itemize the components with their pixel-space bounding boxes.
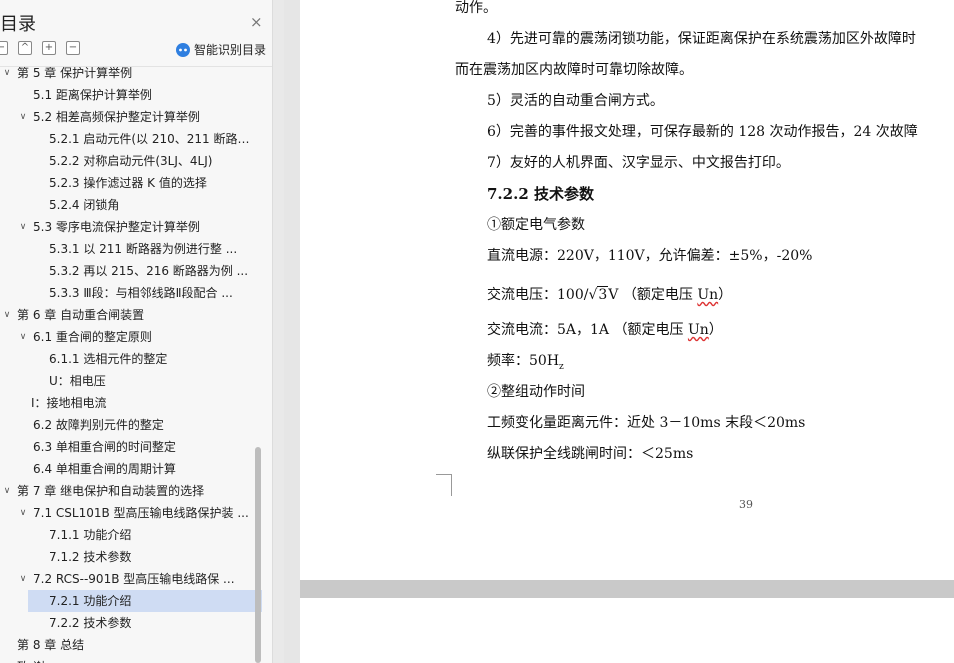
document-page: 动作。 4）先进可靠的震荡闭锁功能，保证距离保护在系统震荡加区外故障时而在震荡加区… xyxy=(300,0,954,580)
toc-item[interactable]: 6.3 单相重合闸的时间整定 xyxy=(33,436,252,458)
toc-item-label: 5.3.2 再以 215、216 断路器为例 ... xyxy=(49,264,249,278)
toc-item[interactable]: 7.2.2 技术参数 xyxy=(49,612,252,634)
toc-item-selected[interactable]: 7.2.1 功能介绍 xyxy=(28,590,262,612)
paragraph-line: ①额定电气参数 xyxy=(487,217,585,233)
toc-item[interactable]: 5.2.3 操作滤过器 K 值的选择 xyxy=(49,172,252,194)
chevron-down-icon[interactable]: ∨ xyxy=(18,106,28,128)
toc-scrollbar[interactable] xyxy=(255,447,261,663)
toc-item[interactable]: 5.1 距离保护计算举例 xyxy=(33,84,252,106)
document-area: 动作。 4）先进可靠的震荡闭锁功能，保证距离保护在系统震荡加区外故障时而在震荡加区… xyxy=(284,0,954,663)
toc-item[interactable]: 7.1.2 技术参数 xyxy=(49,546,252,568)
toc-item[interactable]: 6.4 单相重合闸的周期计算 xyxy=(33,458,252,480)
chevron-down-icon[interactable]: ∨ xyxy=(2,304,12,326)
toc-item[interactable]: 第 5 章 保护计算举例 xyxy=(17,67,252,84)
toc-item-label: 5.2.2 对称启动元件(3LJ、4LJ) xyxy=(49,154,213,168)
toc-item[interactable]: 致 谢 xyxy=(17,656,252,663)
toc-item[interactable]: 第 6 章 自动重合闸装置 xyxy=(17,304,252,326)
paragraph-line: 6）完善的事件报文处理，可保存最新的 128 次动作报告，24 次故障 xyxy=(487,124,918,140)
toc-item-label: 7.2 RCS--901B 型高压输电线路保 ... xyxy=(33,572,235,586)
toc-item-label: 5.2.3 操作滤过器 K 值的选择 xyxy=(49,176,207,190)
crop-mark xyxy=(451,474,460,496)
section-heading: 7.2.2 技术参数 xyxy=(487,185,594,203)
toc-item-label: 6.1 重合闸的整定原则 xyxy=(33,330,152,344)
toc-item[interactable]: 第 7 章 继电保护和自动装置的选择 xyxy=(17,480,252,502)
paragraph-line: 7）友好的人机界面、汉字显示、中文报告打印。 xyxy=(487,155,790,171)
paragraph-line: 直流电源：220V，110V，允许偏差：±5%，-20% xyxy=(487,248,813,264)
toc-item-label: 7.1 CSL101B 型高压输电线路保护装 ... xyxy=(33,506,249,520)
toc-title: 目录 xyxy=(0,14,36,35)
toc-item[interactable]: 5.3.1 以 211 断路器为例进行整 ... xyxy=(49,238,252,260)
chevron-down-icon[interactable]: ∨ xyxy=(18,326,28,348)
crop-mark-h xyxy=(436,474,452,475)
toc-item-label: 5.3.3 Ⅲ段：与相邻线路Ⅱ段配合 ... xyxy=(49,286,233,300)
chevron-down-icon[interactable]: ∨ xyxy=(18,502,28,524)
toc-list: 第 5 章 保护计算举例 ∨ 5.1 距离保护计算举例 5.2 相差高频保护整定计算举… xyxy=(0,67,262,663)
toc-item-label: 7.1.2 技术参数 xyxy=(49,550,132,564)
toc-item-label: 第 6 章 自动重合闸装置 xyxy=(17,308,145,322)
ac-current-line: 交流电流：5A，1A （额定电压 Un） xyxy=(487,322,723,338)
toc-item-label: 5.2.1 启动元件(以 210、211 断路 ... xyxy=(49,132,252,146)
toc-item[interactable]: 5.2.1 启动元件(以 210、211 断路 ... xyxy=(49,128,252,150)
chevron-down-icon[interactable]: ∨ xyxy=(2,67,12,84)
paragraph-line: 动作。 xyxy=(455,0,497,16)
frequency-line: 频率：50Hz xyxy=(487,353,564,372)
toc-item-label: 6.3 单相重合闸的时间整定 xyxy=(33,440,176,454)
paragraph-line: ②整组动作时间 xyxy=(487,384,585,400)
toc-item[interactable]: 5.2 相差高频保护整定计算举例 xyxy=(33,106,252,128)
toc-item-label: 5.1 距离保护计算举例 xyxy=(33,88,152,102)
smart-toc-label: 智能识别目录 xyxy=(194,43,267,57)
chevron-down-icon[interactable]: ∨ xyxy=(18,568,28,590)
toc-item-label: I：接地相电流 xyxy=(31,396,107,410)
toc-item-label: 7.2.2 技术参数 xyxy=(49,616,132,630)
remove-item-icon[interactable]: − xyxy=(66,41,80,55)
chevron-down-icon[interactable]: ∨ xyxy=(18,216,28,238)
close-icon[interactable]: × xyxy=(250,13,263,31)
toc-item[interactable]: 6.2 故障判别元件的整定 xyxy=(33,414,252,436)
toc-sidebar: 目录 × − ^ + − 智能识别目录 第 5 章 保护计算举例 ∨ 5.1 距离保… xyxy=(0,0,273,663)
toc-item-label: 6.4 单相重合闸的周期计算 xyxy=(33,462,176,476)
sqrt-symbol: √3 xyxy=(588,286,609,303)
ac-voltage-line: 交流电压：100/√3V （额定电压 Un） xyxy=(487,286,733,303)
toc-item[interactable]: 第 8 章 总结 xyxy=(17,634,252,656)
toc-item-label: 6.2 故障判别元件的整定 xyxy=(33,418,164,432)
toc-item-label: 6.1.1 选相元件的整定 xyxy=(49,352,168,366)
toc-item-label: U：相电压 xyxy=(49,374,106,388)
toc-item-label: 第 8 章 总结 xyxy=(17,638,85,652)
add-item-icon[interactable]: + xyxy=(42,41,56,55)
chevron-down-icon[interactable]: ∨ xyxy=(2,480,12,502)
toc-item[interactable]: I：接地相电流 xyxy=(31,392,252,414)
paragraph-line: 4）先进可靠的震荡闭锁功能，保证距离保护在系统震荡加区外故障时 xyxy=(487,31,916,47)
smart-toc-button[interactable]: 智能识别目录 xyxy=(176,41,266,58)
toc-item[interactable]: U：相电压 xyxy=(49,370,252,392)
toc-item[interactable]: 7.1 CSL101B 型高压输电线路保护装 ... xyxy=(33,502,252,524)
toc-item[interactable]: 5.3 零序电流保护整定计算举例 xyxy=(33,216,252,238)
toc-item[interactable]: 5.3.3 Ⅲ段：与相邻线路Ⅱ段配合 ... xyxy=(49,282,252,304)
toc-item[interactable]: 5.2.4 闭锁角 xyxy=(49,194,252,216)
paragraph-line: 而在震荡加区内故障时可靠切除故障。 xyxy=(455,62,693,78)
toc-item-label: 第 7 章 继电保护和自动装置的选择 xyxy=(17,484,205,498)
paragraph-line: 纵联保护全线跳闸时间：＜25ms xyxy=(487,446,694,462)
toc-item-label: 5.2 相差高频保护整定计算举例 xyxy=(33,110,200,124)
next-page xyxy=(300,598,954,663)
page-gap xyxy=(300,580,954,598)
toc-item[interactable]: 7.2 RCS--901B 型高压输电线路保 ... xyxy=(33,568,252,590)
expand-up-icon[interactable]: ^ xyxy=(18,41,32,55)
paragraph-line: 5）灵活的自动重合闸方式。 xyxy=(487,93,664,109)
toc-item[interactable]: 6.1 重合闸的整定原则 xyxy=(33,326,252,348)
toc-item[interactable]: 7.1.1 功能介绍 xyxy=(49,524,252,546)
collapse-all-icon[interactable]: − xyxy=(0,41,8,55)
cloud-ai-icon xyxy=(176,42,190,57)
toc-item-label: 第 5 章 保护计算举例 xyxy=(17,67,133,80)
page-number: 39 xyxy=(739,498,753,511)
toc-item[interactable]: 6.1.1 选相元件的整定 xyxy=(49,348,252,370)
toc-item[interactable]: 5.2.2 对称启动元件(3LJ、4LJ) xyxy=(49,150,252,172)
toc-item-label: 7.2.1 功能介绍 xyxy=(49,594,132,608)
toc-item[interactable]: 5.3.2 再以 215、216 断路器为例 ... xyxy=(49,260,252,282)
toc-item-label: 7.1.1 功能介绍 xyxy=(49,528,132,542)
toc-item-label: 5.3.1 以 211 断路器为例进行整 ... xyxy=(49,242,238,256)
toc-item-label: 5.3 零序电流保护整定计算举例 xyxy=(33,220,200,234)
toc-item-label: 5.2.4 闭锁角 xyxy=(49,198,120,212)
paragraph-line: 工频变化量距离元件：近处 3－10ms 末段＜20ms xyxy=(487,415,806,431)
